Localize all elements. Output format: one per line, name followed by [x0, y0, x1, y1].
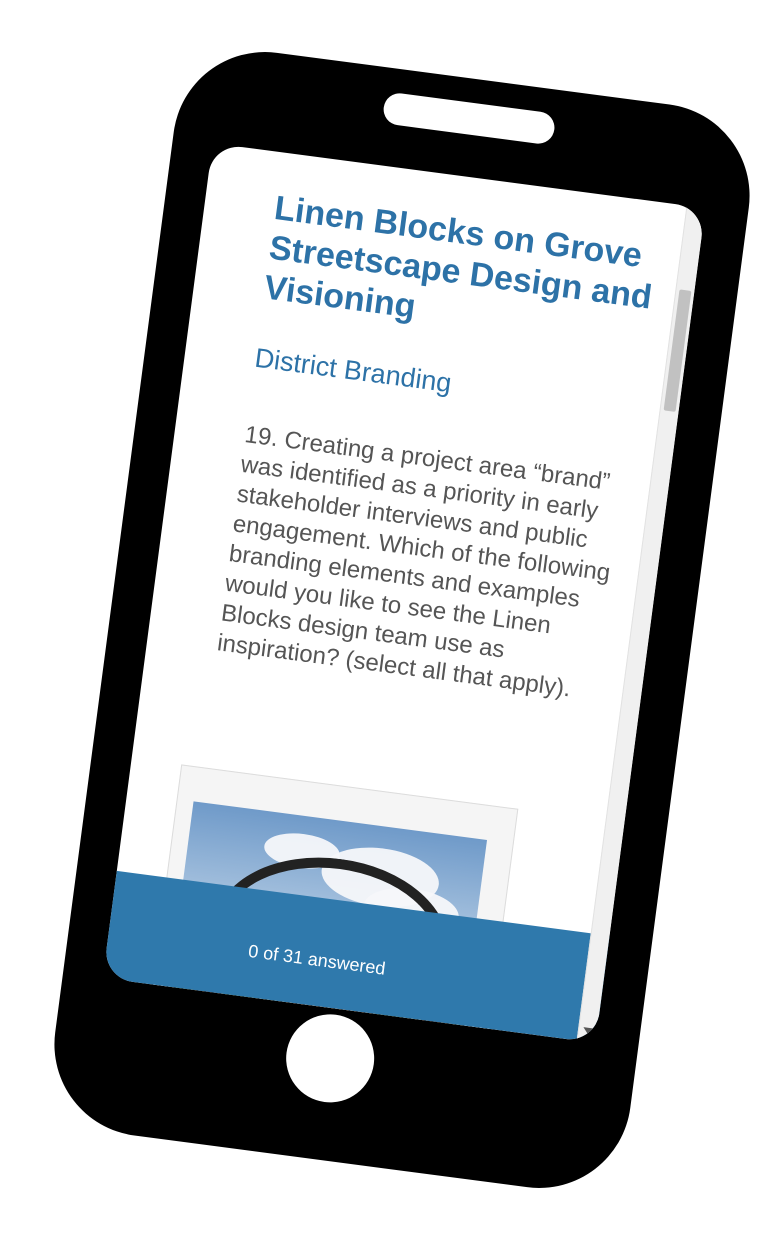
- chevron-down-icon[interactable]: [582, 1027, 594, 1035]
- phone-screen: Linen Blocks on Grove Streetscape Design…: [102, 143, 706, 1043]
- speaker-grille: [381, 91, 557, 146]
- question-text: 19. Creating a project area “brand” was …: [215, 421, 612, 703]
- progress-label: 0 of 31 answered: [247, 940, 387, 979]
- survey-title: Linen Blocks on Grove Streetscape Design…: [261, 189, 655, 326]
- page-title: District Branding: [253, 342, 454, 399]
- stage: Linen Blocks on Grove Streetscape Design…: [0, 0, 781, 1245]
- phone-frame: Linen Blocks on Grove Streetscape Design…: [43, 40, 761, 1200]
- home-button[interactable]: [280, 1009, 380, 1108]
